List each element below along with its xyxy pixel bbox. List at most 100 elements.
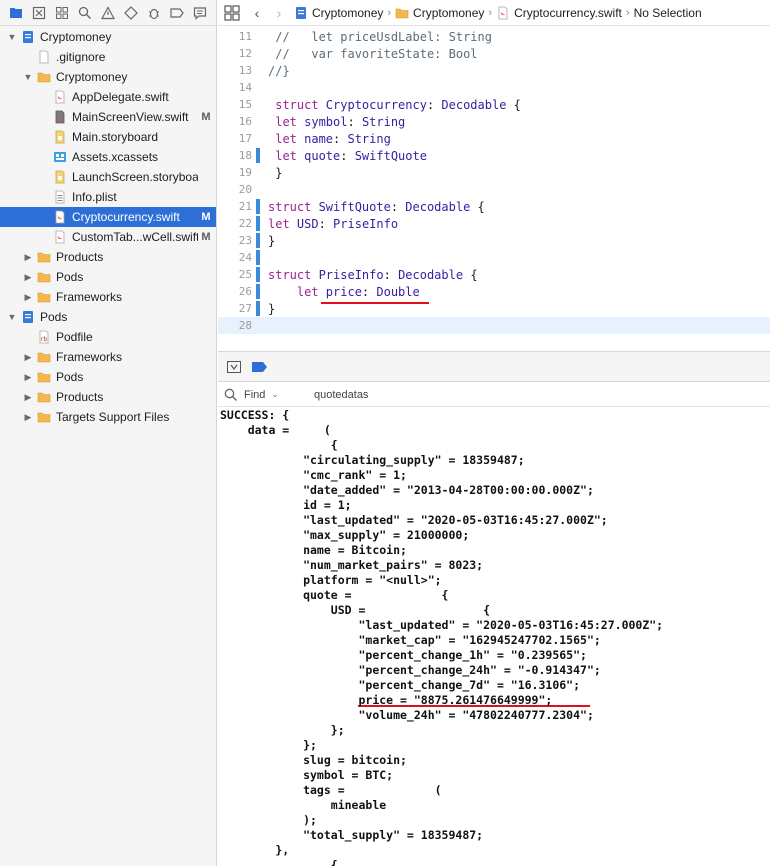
code-line[interactable]: 17 let name: String xyxy=(218,130,770,147)
jumpbar-selection[interactable]: No Selection xyxy=(634,6,702,20)
report-icon[interactable] xyxy=(188,2,211,24)
tree-item[interactable]: ▼ Pods xyxy=(0,307,216,327)
tree-item[interactable]: MainScreenView.swift M xyxy=(0,107,216,127)
tree-item[interactable]: Assets.xcassets xyxy=(0,147,216,167)
disclosure-closed-icon[interactable]: ▶ xyxy=(22,391,34,403)
tree-item[interactable]: Main.storyboard xyxy=(0,127,216,147)
tree-item[interactable]: ▶ Frameworks xyxy=(0,347,216,367)
line-number: 19 xyxy=(238,166,252,179)
code-line[interactable]: 22 let USD: PriseInfo xyxy=(218,215,770,232)
disclosure-closed-icon[interactable]: ▶ xyxy=(22,271,34,283)
console-line: { xyxy=(220,438,338,452)
debug-icon[interactable] xyxy=(142,2,165,24)
tree-item[interactable]: ▼ Cryptomoney xyxy=(0,67,216,87)
code-line[interactable]: 27} xyxy=(218,300,770,317)
tree-item[interactable]: Cryptocurrency.swift M xyxy=(0,207,216,227)
console-line: "percent_change_7d" = "16.3106"; xyxy=(220,678,581,692)
tree-item-label: Frameworks xyxy=(56,290,123,304)
code-line[interactable]: 24 xyxy=(218,249,770,266)
tree-item[interactable]: ▶ Products xyxy=(0,387,216,407)
disclosure-closed-icon[interactable]: ▶ xyxy=(22,351,34,363)
code-line[interactable]: 28 xyxy=(218,317,770,334)
disclosure-open-icon[interactable]: ▼ xyxy=(6,31,18,43)
tree-item[interactable]: ▼ Cryptomoney xyxy=(0,27,216,47)
code-token: let xyxy=(268,131,305,146)
find-icon[interactable] xyxy=(73,2,96,24)
code-line[interactable]: 18 let quote: SwiftQuote xyxy=(218,147,770,164)
disclosure-open-icon[interactable]: ▼ xyxy=(6,311,18,323)
jumpbar-group-label: Cryptomoney xyxy=(413,5,485,20)
change-bar xyxy=(256,148,260,163)
code-token: { xyxy=(506,97,521,112)
code-text: // var favoriteState: Bool xyxy=(268,47,477,61)
change-bar xyxy=(256,233,260,248)
gutter xyxy=(256,63,260,78)
console-output[interactable]: SUCCESS: { data = ( { "circulating_suppl… xyxy=(218,408,770,866)
forward-arrow-icon[interactable]: › xyxy=(272,5,286,21)
tree-item-label: Cryptomoney xyxy=(56,70,128,84)
disclosure-closed-icon[interactable]: ▶ xyxy=(22,371,34,383)
test-diamond-icon[interactable] xyxy=(119,2,142,24)
chevron-right-icon: › xyxy=(387,6,392,19)
breakpoint-icon[interactable] xyxy=(165,2,188,24)
jumpbar-group[interactable]: Cryptomoney xyxy=(395,6,484,20)
issue-warning-icon[interactable] xyxy=(96,2,119,24)
related-items-grid-icon[interactable] xyxy=(224,4,240,21)
hide-debug-area-icon[interactable] xyxy=(226,360,242,374)
disclosure-closed-icon[interactable]: ▶ xyxy=(22,411,34,423)
tree-item-label: Products xyxy=(56,390,104,404)
jumpbar-project[interactable]: Cryptomoney xyxy=(294,6,383,20)
filter-input[interactable]: quotedatas xyxy=(314,389,368,401)
tree-item-label: Targets Support Files xyxy=(56,410,170,424)
jumpbar-file[interactable]: Cryptocurrency.swift xyxy=(496,6,622,20)
tree-item[interactable]: AppDelegate.swift xyxy=(0,87,216,107)
code-text: } xyxy=(268,166,282,180)
tree-item[interactable]: .gitignore xyxy=(0,47,216,67)
filter-scope-dropdown[interactable]: Find ⌄ xyxy=(244,389,306,401)
tree-item-label: Pods xyxy=(40,310,68,324)
tree-item[interactable]: Info.plist xyxy=(0,187,216,207)
code-line[interactable]: 25 struct PriseInfo: Decodable { xyxy=(218,266,770,283)
folder-icon xyxy=(37,290,51,304)
code-line[interactable]: 19 } xyxy=(218,164,770,181)
breakpoints-toggle-icon[interactable] xyxy=(252,360,268,374)
source-control-icon[interactable] xyxy=(27,2,50,24)
change-bar xyxy=(256,199,260,214)
code-line[interactable]: 23} xyxy=(218,232,770,249)
code-token: Double xyxy=(376,284,420,299)
tree-item[interactable]: ▶ Products xyxy=(0,247,216,267)
disclosure-open-icon[interactable]: ▼ xyxy=(22,71,34,83)
tree-item-label: Cryptocurrency.swift xyxy=(72,210,180,224)
disclosure-closed-icon[interactable]: ▶ xyxy=(22,251,34,263)
symbol-icon[interactable] xyxy=(50,2,73,24)
tree-item[interactable]: ▶ Targets Support Files xyxy=(0,407,216,427)
code-token: : xyxy=(383,267,399,282)
console-line: platform = "<null>"; xyxy=(220,573,442,587)
tree-item[interactable]: CustomTab...wCell.swift M xyxy=(0,227,216,247)
code-token: : xyxy=(390,199,406,214)
back-arrow-icon[interactable]: ‹ xyxy=(250,5,264,21)
tree-item[interactable]: rb Podfile xyxy=(0,327,216,347)
tree-item[interactable]: ▶ Frameworks xyxy=(0,287,216,307)
code-line[interactable]: 16 let symbol: String xyxy=(218,113,770,130)
code-line[interactable]: 11 // let priceUsdLabel: String xyxy=(218,28,770,45)
code-line[interactable]: 14 xyxy=(218,79,770,96)
folder-icon xyxy=(37,410,51,424)
modified-badge: M xyxy=(201,211,211,223)
disclosure-closed-icon[interactable]: ▶ xyxy=(22,291,34,303)
code-token: : xyxy=(333,131,348,146)
tree-item[interactable]: ▶ Pods xyxy=(0,367,216,387)
search-icon xyxy=(224,388,237,401)
code-line[interactable]: 13 //} xyxy=(218,62,770,79)
code-line[interactable]: 12 // var favoriteState: Bool xyxy=(218,45,770,62)
code-line[interactable]: 20 xyxy=(218,181,770,198)
code-line[interactable]: 26 let price: Double xyxy=(218,283,770,300)
tree-item[interactable]: LaunchScreen.storyboard xyxy=(0,167,216,187)
code-line[interactable]: 21 struct SwiftQuote: Decodable { xyxy=(218,198,770,215)
code-token: : xyxy=(347,114,362,129)
folder-icon[interactable] xyxy=(4,2,27,24)
code-line[interactable]: 15 struct Cryptocurrency: Decodable { xyxy=(218,96,770,113)
tree-item[interactable]: ▶ Pods xyxy=(0,267,216,287)
